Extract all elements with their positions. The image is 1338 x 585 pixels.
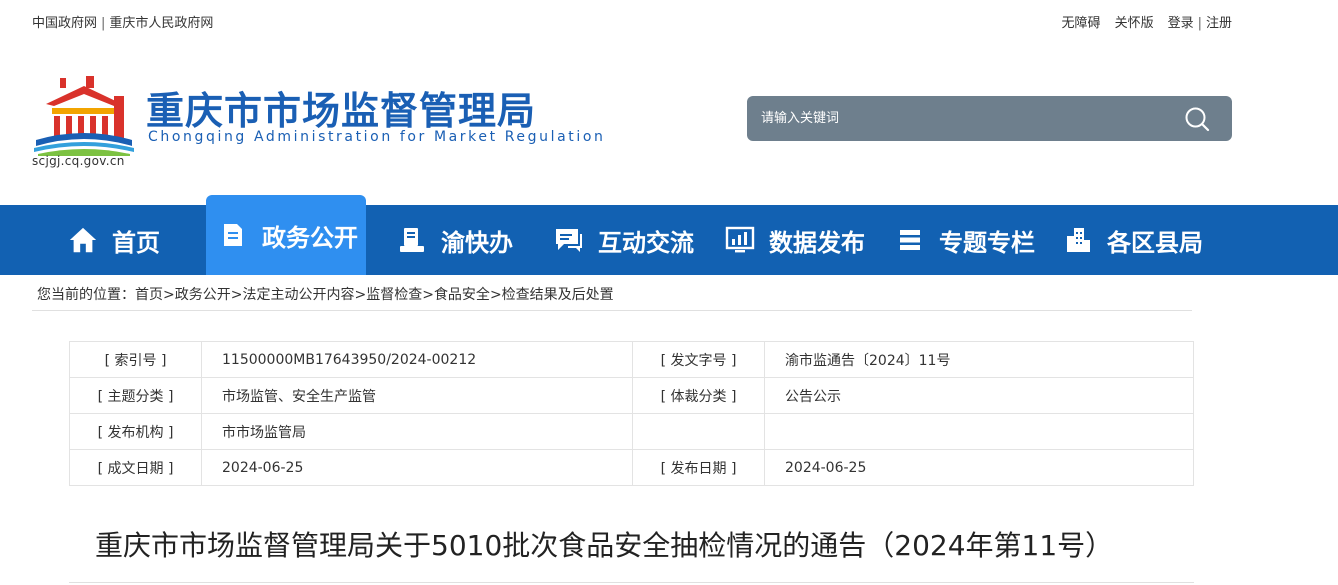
meta-value: 2024-06-25 (764, 449, 1194, 486)
nav-item-special-topics[interactable]: 专题专栏 (895, 205, 1035, 275)
meta-value: 2024-06-25 (201, 449, 633, 486)
nav-item-home[interactable]: 首页 (68, 205, 160, 275)
link-register[interactable]: 注册 (1206, 16, 1232, 31)
service-icon (397, 225, 427, 255)
meta-value: 市市场监管局 (201, 413, 633, 450)
meta-value: 市场监管、安全生产监管 (201, 377, 633, 414)
main-nav: 首页 政务公开 渝快办 互动交流 数据发布 专题专栏 各区县局 (0, 195, 1338, 275)
meta-key (632, 413, 765, 450)
document-icon (218, 220, 248, 250)
meta-key: [ 索引号 ] (69, 341, 202, 378)
meta-value: 渝市监通告〔2024〕11号 (764, 341, 1194, 378)
link-china-gov[interactable]: 中国政府网 (32, 16, 97, 31)
nav-item-data-release[interactable]: 数据发布 (725, 205, 865, 275)
table-row: [ 发布机构 ] 市市场监管局 (69, 413, 1194, 450)
home-icon (68, 225, 98, 255)
nav-label: 各区县局 (1107, 228, 1203, 257)
top-separator: | (1197, 16, 1202, 31)
table-row: [ 索引号 ] 11500000MB17643950/2024-00212 [ … (69, 341, 1194, 378)
link-care-version[interactable]: 关怀版 (1115, 16, 1154, 31)
site-url: scjgj.cq.gov.cn (32, 154, 125, 168)
link-chongqing-gov[interactable]: 重庆市人民政府网 (109, 16, 213, 31)
meta-value (764, 413, 1194, 450)
site-subtitle: Chongqing Administration for Market Regu… (148, 129, 606, 145)
nav-item-government-affairs[interactable]: 政务公开 (206, 195, 366, 275)
breadcrumb-separator: > (489, 287, 502, 303)
breadcrumb-item-government-affairs[interactable]: 政务公开 (175, 287, 231, 303)
nav-item-yukuaiban[interactable]: 渝快办 (397, 205, 513, 275)
search-box (747, 96, 1232, 141)
link-login[interactable]: 登录 (1168, 16, 1194, 31)
breadcrumb-item-food-safety[interactable]: 食品安全 (434, 287, 490, 303)
link-accessibility[interactable]: 无障碍 (1062, 16, 1101, 31)
nav-label: 渝快办 (441, 228, 513, 257)
meta-key: [ 发布机构 ] (69, 413, 202, 450)
nav-label: 首页 (112, 228, 160, 257)
breadcrumb: 您当前的位置：首页>政务公开>法定主动公开内容>监督检查>食品安全>检查结果及后… (37, 284, 614, 304)
document-title: 重庆市市场监督管理局关于5010批次食品安全抽检情况的通告（2024年第11号） (95, 529, 1114, 562)
document-meta-table: [ 索引号 ] 11500000MB17643950/2024-00212 [ … (69, 341, 1194, 486)
breadcrumb-separator: > (163, 287, 175, 303)
breadcrumb-item-statutory-disclosure[interactable]: 法定主动公开内容 (242, 287, 354, 303)
breadcrumb-item-home[interactable]: 首页 (135, 287, 163, 303)
search-icon[interactable] (1184, 106, 1210, 132)
breadcrumb-separator: > (354, 287, 367, 303)
meta-key: [ 主题分类 ] (69, 377, 202, 414)
top-bar: 中国政府网 | 重庆市人民政府网 无障碍 关怀版 登录 | 注册 (0, 0, 1338, 40)
breadcrumb-item-results[interactable]: 检查结果及后处置 (502, 287, 614, 303)
nav-label: 互动交流 (598, 228, 694, 257)
nav-item-interaction[interactable]: 互动交流 (554, 205, 694, 275)
site-title[interactable]: 重庆市市场监督管理局 (146, 80, 536, 135)
chat-icon (554, 225, 584, 255)
meta-key: [ 发布日期 ] (632, 449, 765, 486)
breadcrumb-separator: > (230, 287, 243, 303)
chart-icon (725, 225, 755, 255)
meta-value: 11500000MB17643950/2024-00212 (201, 341, 633, 378)
building-icon (1063, 225, 1093, 255)
top-links-left: 中国政府网 | 重庆市人民政府网 (32, 12, 213, 31)
title-divider (69, 582, 1194, 583)
breadcrumb-divider (32, 310, 1192, 311)
breadcrumb-item-inspection[interactable]: 监督检查 (366, 287, 422, 303)
search-input[interactable] (761, 96, 1171, 141)
meta-key: [ 体裁分类 ] (632, 377, 765, 414)
table-row: [ 主题分类 ] 市场监管、安全生产监管 [ 体裁分类 ] 公告公示 (69, 377, 1194, 414)
top-separator: | (101, 16, 106, 31)
breadcrumb-prefix: 您当前的位置： (37, 287, 135, 303)
nav-label: 数据发布 (769, 228, 865, 257)
nav-label: 政务公开 (262, 223, 358, 252)
table-row: [ 成文日期 ] 2024-06-25 [ 发布日期 ] 2024-06-25 (69, 449, 1194, 486)
nav-label: 专题专栏 (939, 228, 1035, 257)
meta-key: [ 成文日期 ] (69, 449, 202, 486)
stack-icon (895, 225, 925, 255)
meta-value: 公告公示 (764, 377, 1194, 414)
meta-key: [ 发文字号 ] (632, 341, 765, 378)
top-links-right: 无障碍 关怀版 登录 | 注册 (1062, 12, 1232, 31)
nav-item-districts[interactable]: 各区县局 (1063, 205, 1203, 275)
breadcrumb-separator: > (422, 287, 434, 303)
